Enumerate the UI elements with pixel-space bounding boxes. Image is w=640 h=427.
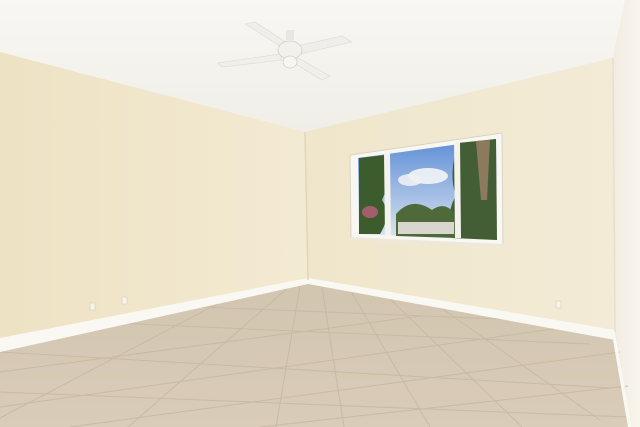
wall-outlet-left — [89, 302, 96, 311]
flowers — [362, 206, 378, 218]
fan-mount — [286, 30, 294, 40]
wall-outlet-center — [121, 296, 128, 305]
window-divider — [454, 142, 461, 238]
distant-houses — [398, 222, 454, 234]
tree-left — [359, 155, 388, 234]
wall-outlet-right — [555, 300, 562, 309]
window-mullion — [384, 153, 391, 236]
room-photo — [0, 0, 640, 427]
fan-light — [282, 55, 298, 69]
cloud — [398, 174, 422, 186]
room-illustration — [0, 0, 640, 427]
